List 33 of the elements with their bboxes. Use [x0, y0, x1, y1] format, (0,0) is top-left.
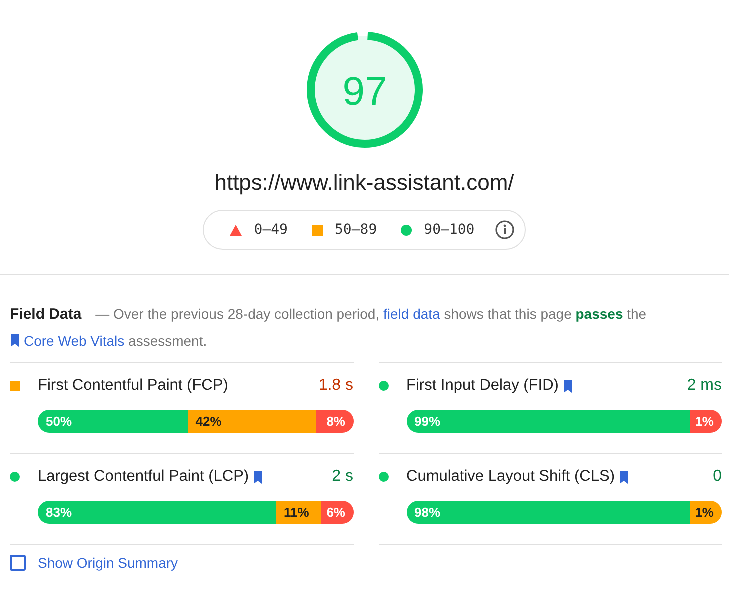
metric-name: Cumulative Layout Shift (CLS)	[406, 468, 615, 486]
bookmark-icon[interactable]	[618, 470, 629, 484]
segment-label: 6%	[321, 501, 354, 524]
metric-name: First Contentful Paint (FCP)	[38, 377, 228, 395]
legend-label: 0–49	[254, 222, 288, 238]
core-web-vitals-link[interactable]: Core Web Vitals	[10, 333, 125, 349]
metric-value: 2 s	[332, 468, 354, 486]
metric-name: Largest Contentful Paint (LCP)	[38, 468, 250, 486]
segment-label: 99%	[406, 410, 690, 433]
field-data-description: Field Data — Over the previous 28-day collection period, field data shows that this page passes the Core Web Vitals assessment.	[10, 305, 648, 351]
bookmark-icon[interactable]	[253, 470, 264, 484]
segment-label: 42%	[188, 410, 316, 433]
score-value: 97	[342, 70, 387, 114]
metric-value: 2 ms	[687, 377, 722, 395]
metric-value: 0	[713, 468, 722, 486]
legend-label: 90–100	[424, 222, 475, 238]
segment-label: 98%	[406, 501, 690, 524]
bookmark-icon[interactable]	[562, 380, 573, 392]
legend-label: 50–89	[334, 222, 378, 238]
metric-value: 1.8 s	[318, 377, 354, 395]
page-url: https://www.link-assistant.com/	[214, 170, 514, 196]
segment-label: 83%	[38, 501, 276, 524]
segment-label: 50%	[38, 410, 188, 433]
field-data-link[interactable]: field data	[384, 306, 440, 322]
metric-name: First Input Delay (FID)	[406, 377, 559, 395]
show-origin-summary-link[interactable]: Show Origin Summary	[38, 555, 178, 571]
segment-label: 1%	[690, 410, 722, 433]
info-icon[interactable]	[494, 220, 515, 240]
segment-label: 8%	[316, 410, 354, 433]
segment-label: 11%	[276, 501, 322, 524]
checkbox[interactable]	[10, 555, 26, 571]
bookmark-icon	[10, 334, 20, 347]
segment-label: 1%	[690, 501, 722, 524]
